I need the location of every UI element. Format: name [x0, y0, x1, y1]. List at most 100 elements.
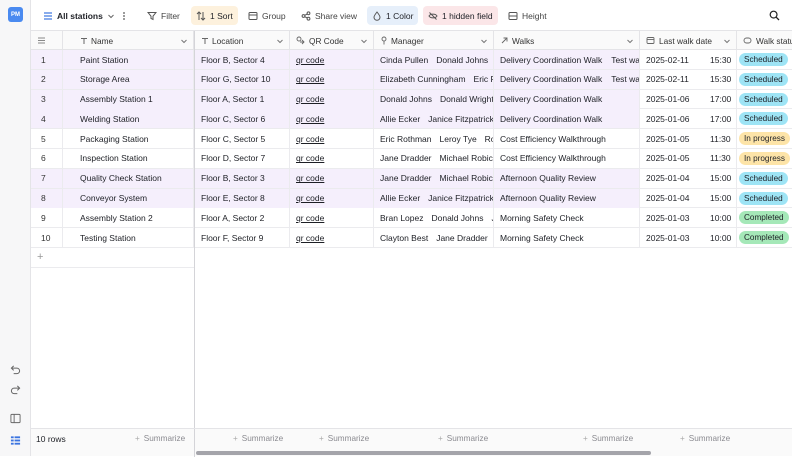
walk-link[interactable]: Test walk: [611, 55, 639, 65]
last-walk-date-cell[interactable]: 2025-02-11 15:30: [640, 50, 737, 69]
qr-code-cell[interactable]: qr code: [290, 129, 374, 149]
manager-cell[interactable]: Donald Johns Donald Wright: [374, 89, 494, 109]
walks-cell[interactable]: Delivery Coordination Walk: [494, 89, 640, 109]
add-row-button[interactable]: +: [31, 248, 194, 268]
summarize-walks[interactable]: + Summarize: [583, 434, 633, 443]
filter-button[interactable]: Filter: [142, 6, 185, 25]
summarize-qr-code[interactable]: + Summarize: [319, 434, 369, 443]
table-row[interactable]: 7 Quality Check Station Floor B, Sector 3 q…: [31, 168, 792, 189]
last-walk-date-cell[interactable]: 2025-01-04 15:00: [640, 168, 737, 188]
walk-status-cell[interactable]: In progress: [737, 129, 792, 148]
name-cell[interactable]: Storage Area: [63, 69, 194, 89]
column-header-walk-status[interactable]: Walk status: [737, 31, 792, 50]
table-row[interactable]: 3 Assembly Station 1 Floor A, Sector 1 qr c…: [31, 89, 792, 110]
walk-status-cell[interactable]: Scheduled: [737, 189, 792, 208]
walk-status-cell[interactable]: Scheduled: [737, 90, 792, 109]
last-walk-date-cell[interactable]: 2025-01-06 17:00: [640, 109, 737, 129]
column-header-location[interactable]: Location: [195, 31, 290, 50]
undo-icon[interactable]: [9, 363, 22, 376]
color-button[interactable]: 1 Color: [367, 6, 419, 25]
walk-link[interactable]: Cost Efficiency Walkthrough: [500, 153, 606, 163]
walk-link[interactable]: Afternoon Quality Review: [500, 193, 596, 203]
manager-cell[interactable]: Elizabeth Cunningham Eric Ro: [374, 69, 494, 89]
manager-cell[interactable]: Allie Ecker Janice Fitzpatrick: [374, 188, 494, 208]
walks-cell[interactable]: Delivery Coordination Walk Test walk: [494, 50, 640, 69]
manager-cell[interactable]: Bran LopezDonald JohnsJo: [374, 208, 494, 228]
location-cell[interactable]: Floor B, Sector 3: [195, 168, 290, 188]
location-cell[interactable]: Floor D, Sector 7: [195, 148, 290, 168]
table-row[interactable]: 2 Storage Area Floor G, Sector 10 qr code El…: [31, 69, 792, 90]
location-cell[interactable]: Floor A, Sector 1: [195, 89, 290, 109]
qr-code-cell[interactable]: qr code: [290, 69, 374, 89]
summarize-manager[interactable]: + Summarize: [438, 434, 488, 443]
column-header-qr-code[interactable]: QR Code: [290, 31, 374, 50]
qr-code-cell[interactable]: qr code: [290, 228, 374, 248]
walks-cell[interactable]: Cost Efficiency Walkthrough: [494, 129, 640, 149]
name-cell[interactable]: Testing Station: [63, 228, 194, 248]
column-header-last-walk-date[interactable]: Last walk date: [640, 31, 737, 50]
summarize-location[interactable]: + Summarize: [233, 434, 283, 443]
frozen-column-divider[interactable]: [194, 31, 195, 428]
qr-code-link[interactable]: qr code: [296, 233, 324, 243]
table-row[interactable]: 4 Welding Station Floor C, Sector 6 qr code…: [31, 109, 792, 130]
manager-cell[interactable]: Clayton BestJane DradderJ: [374, 228, 494, 248]
location-cell[interactable]: Floor G, Sector 10: [195, 69, 290, 89]
name-cell[interactable]: Packaging Station: [63, 129, 194, 149]
walk-status-cell[interactable]: Completed: [737, 228, 792, 247]
qr-code-cell[interactable]: qr code: [290, 50, 374, 69]
walks-cell[interactable]: Delivery Coordination Walk: [494, 109, 640, 129]
location-cell[interactable]: Floor C, Sector 6: [195, 109, 290, 129]
group-button[interactable]: Group: [243, 6, 291, 25]
qr-code-cell[interactable]: qr code: [290, 148, 374, 168]
walk-link[interactable]: Delivery Coordination Walk: [500, 55, 602, 65]
walks-cell[interactable]: Afternoon Quality Review: [494, 168, 640, 188]
walk-status-cell[interactable]: Scheduled: [737, 70, 792, 89]
walk-link[interactable]: Delivery Coordination Walk: [500, 114, 602, 124]
walk-status-cell[interactable]: In progress: [737, 149, 792, 168]
qr-code-link[interactable]: qr code: [296, 134, 324, 144]
qr-code-link[interactable]: qr code: [296, 74, 324, 84]
name-cell[interactable]: Paint Station: [63, 50, 194, 69]
table-row[interactable]: 10 Testing Station Floor F, Sector 9 qr cod…: [31, 228, 792, 248]
location-cell[interactable]: Floor C, Sector 5: [195, 129, 290, 149]
qr-code-cell[interactable]: qr code: [290, 168, 374, 188]
qr-code-link[interactable]: qr code: [296, 193, 324, 203]
last-walk-date-cell[interactable]: 2025-01-05 11:30: [640, 148, 737, 168]
walk-link[interactable]: Test walk: [611, 74, 639, 84]
column-header-manager[interactable]: Manager: [374, 31, 494, 50]
manager-cell[interactable]: Cinda PullenDonald JohnsJ: [374, 50, 494, 69]
sort-button[interactable]: 1 Sort: [191, 6, 238, 25]
horizontal-scrollbar[interactable]: [196, 451, 651, 455]
walks-cell[interactable]: Morning Safety Check: [494, 228, 640, 248]
walks-cell[interactable]: Afternoon Quality Review: [494, 188, 640, 208]
hidden-fields-button[interactable]: 1 hidden field: [423, 6, 498, 25]
summarize-name[interactable]: + Summarize: [135, 434, 185, 443]
manager-cell[interactable]: Eric Rothman Leroy Tye Roc: [374, 129, 494, 149]
summarize-last-walk-date[interactable]: + Summarize: [680, 434, 730, 443]
walks-cell[interactable]: Morning Safety Check: [494, 208, 640, 228]
select-all-column[interactable]: [31, 31, 63, 50]
last-walk-date-cell[interactable]: 2025-01-05 11:30: [640, 129, 737, 149]
manager-cell[interactable]: Jane Dradder Michael Robich: [374, 168, 494, 188]
last-walk-date-cell[interactable]: 2025-01-04 15:00: [640, 188, 737, 208]
row-height-button[interactable]: Height: [503, 6, 552, 25]
column-header-name[interactable]: Name: [63, 31, 194, 50]
qr-code-link[interactable]: qr code: [296, 213, 324, 223]
name-cell[interactable]: Conveyor System: [63, 188, 194, 208]
table-row[interactable]: 1 Paint Station Floor B, Sector 4 qr code Ci…: [31, 50, 792, 70]
walk-link[interactable]: Delivery Coordination Walk: [500, 74, 602, 84]
sidebar-toggle-icon[interactable]: [9, 412, 22, 425]
name-cell[interactable]: Inspection Station: [63, 148, 194, 168]
manager-cell[interactable]: Allie Ecker Janice Fitzpatrick: [374, 109, 494, 129]
walk-status-cell[interactable]: Completed: [737, 208, 792, 227]
name-cell[interactable]: Quality Check Station: [63, 168, 194, 188]
table-row[interactable]: 5 Packaging Station Floor C, Sector 5 qr co…: [31, 129, 792, 149]
list-view-icon[interactable]: [9, 434, 22, 447]
name-cell[interactable]: Assembly Station 2: [63, 208, 194, 228]
walk-link[interactable]: Morning Safety Check: [500, 213, 584, 223]
walks-cell[interactable]: Cost Efficiency Walkthrough: [494, 148, 640, 168]
qr-code-cell[interactable]: qr code: [290, 109, 374, 129]
qr-code-cell[interactable]: qr code: [290, 89, 374, 109]
walk-link[interactable]: Morning Safety Check: [500, 233, 584, 243]
qr-code-link[interactable]: qr code: [296, 55, 324, 65]
